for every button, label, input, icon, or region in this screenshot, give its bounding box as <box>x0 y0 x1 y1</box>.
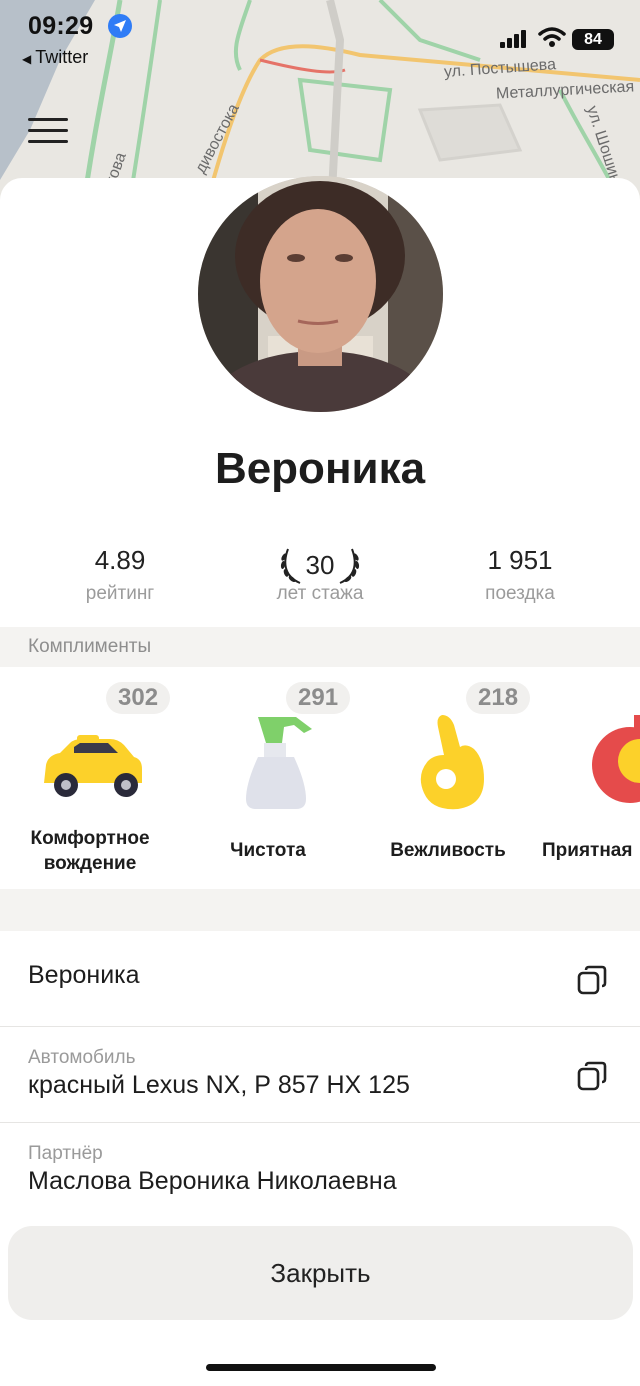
info-row-value: красный Lexus NX, Р 857 НХ 125 <box>28 1071 410 1099</box>
compliment-pleasant[interactable]: Приятная <box>530 668 640 888</box>
copy-icon[interactable] <box>576 964 608 996</box>
stat-label: лет стажа <box>276 583 364 604</box>
location-arrow-icon <box>108 14 132 38</box>
status-time: 09:29 <box>28 12 94 40</box>
driver-name: Вероника <box>214 444 426 493</box>
stat-experience: 30 лет стажа <box>220 545 420 605</box>
stat-label: поездка <box>485 583 555 604</box>
laurel-right-icon <box>340 548 360 584</box>
driver-avatar <box>198 176 443 412</box>
compliment-comfortable-driving[interactable]: 302 Комфортное вождение <box>0 668 180 888</box>
stat-value: 1 951 <box>487 545 553 575</box>
compliments-header: Комплименты <box>0 627 640 667</box>
laurel-left-icon <box>280 548 300 584</box>
compliment-label: Вежливость <box>390 840 506 861</box>
close-button[interactable]: Закрыть <box>8 1226 633 1320</box>
info-row-sublabel: Автомобиль <box>28 1047 136 1068</box>
info-row-partner: Партнёр Маслова Вероника Николаевна <box>0 1123 640 1219</box>
hamburger-icon <box>28 118 68 121</box>
compliment-count-badge: 291 <box>286 682 351 714</box>
back-triangle-icon: ◀ <box>22 52 32 66</box>
cellular-signal-icon <box>500 30 528 53</box>
spray-bottle-icon <box>246 717 312 809</box>
compliment-politeness[interactable]: 218 Вежливость <box>358 668 538 888</box>
compliment-label: Приятная <box>542 840 633 861</box>
menu-button[interactable] <box>28 118 68 144</box>
stat-label: рейтинг <box>85 583 155 604</box>
section-divider <box>0 889 640 931</box>
ok-hand-icon <box>420 715 484 810</box>
battery-indicator: 84 <box>572 29 614 50</box>
stat-rating: 4.89 рейтинг <box>20 545 220 605</box>
home-indicator[interactable] <box>206 1364 436 1371</box>
wifi-icon <box>538 26 566 53</box>
music-icon <box>592 715 640 803</box>
stat-value: 4.89 <box>94 545 146 575</box>
compliment-count-badge: 302 <box>106 682 171 714</box>
compliment-cleanliness[interactable]: 291 Чистота <box>178 668 358 888</box>
info-row-value: Вероника <box>28 961 140 989</box>
back-to-app-link[interactable]: ◀ Twitter <box>22 47 88 68</box>
stat-value: 30 <box>305 549 335 580</box>
compliment-count-badge: 218 <box>466 682 531 714</box>
back-app-label: Twitter <box>35 47 89 67</box>
info-row-sublabel: Партнёр <box>28 1143 103 1164</box>
compliment-label: Комфортное вождение <box>30 828 150 874</box>
info-row-car: Автомобиль красный Lexus NX, Р 857 НХ 12… <box>0 1027 640 1123</box>
stat-trips: 1 951 поездка <box>420 545 620 605</box>
taxi-car-icon <box>44 735 142 797</box>
compliment-label: Чистота <box>230 840 306 861</box>
copy-icon[interactable] <box>576 1060 608 1092</box>
info-row-value: Маслова Вероника Николаевна <box>28 1167 397 1195</box>
info-row-name: Вероника <box>0 931 640 1027</box>
